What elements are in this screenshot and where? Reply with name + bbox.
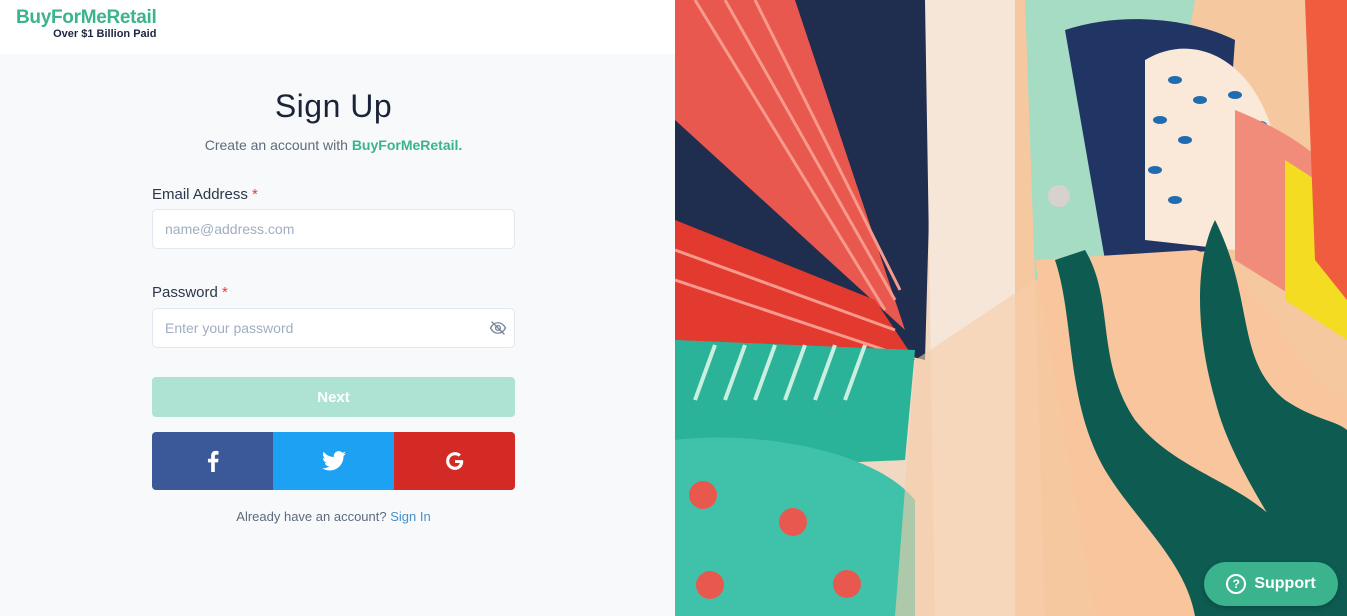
signin-prompt-text: Already have an account? [236, 509, 391, 524]
page-subtitle: Create an account with BuyForMeRetail. [152, 136, 515, 154]
email-label: Email Address * [152, 186, 258, 204]
social-login-group [152, 432, 515, 490]
required-mark: * [252, 186, 258, 203]
facebook-login-button[interactable] [152, 432, 273, 490]
google-login-button[interactable] [394, 432, 515, 490]
google-icon [445, 452, 463, 470]
brand-logo[interactable]: BuyForMeRetail Over $1 Billion Paid [16, 7, 157, 41]
signup-panel: BuyForMeRetail Over $1 Billion Paid Sign… [0, 0, 675, 616]
brand-tagline: Over $1 Billion Paid [53, 28, 157, 40]
password-label: Password * [152, 284, 228, 302]
hero-artwork [675, 0, 1347, 616]
facebook-icon [207, 450, 218, 472]
eye-off-icon[interactable] [489, 319, 507, 337]
support-button[interactable]: ? Support [1204, 562, 1338, 606]
signin-prompt: Already have an account? Sign In [152, 509, 515, 524]
signup-form: Sign Up Create an account with BuyForMeR… [152, 84, 515, 524]
password-label-text: Password [152, 284, 218, 301]
subtitle-brand: BuyForMeRetail. [351, 137, 463, 153]
next-button[interactable]: Next [152, 377, 515, 417]
required-mark: * [222, 284, 228, 301]
question-circle-icon: ? [1226, 574, 1247, 594]
support-label: Support [1254, 575, 1316, 592]
twitter-icon [321, 451, 346, 471]
page-title: Sign Up [274, 88, 393, 124]
email-field[interactable] [152, 209, 515, 249]
signin-link[interactable]: Sign In [390, 509, 430, 524]
password-field[interactable] [152, 308, 515, 348]
header-bar: BuyForMeRetail Over $1 Billion Paid [0, 0, 675, 54]
abstract-mural-image [675, 0, 1347, 616]
twitter-login-button[interactable] [273, 432, 394, 490]
brand-name: BuyForMeRetail [16, 7, 157, 28]
email-label-text: Email Address [152, 186, 248, 203]
subtitle-text: Create an account with [204, 137, 352, 153]
